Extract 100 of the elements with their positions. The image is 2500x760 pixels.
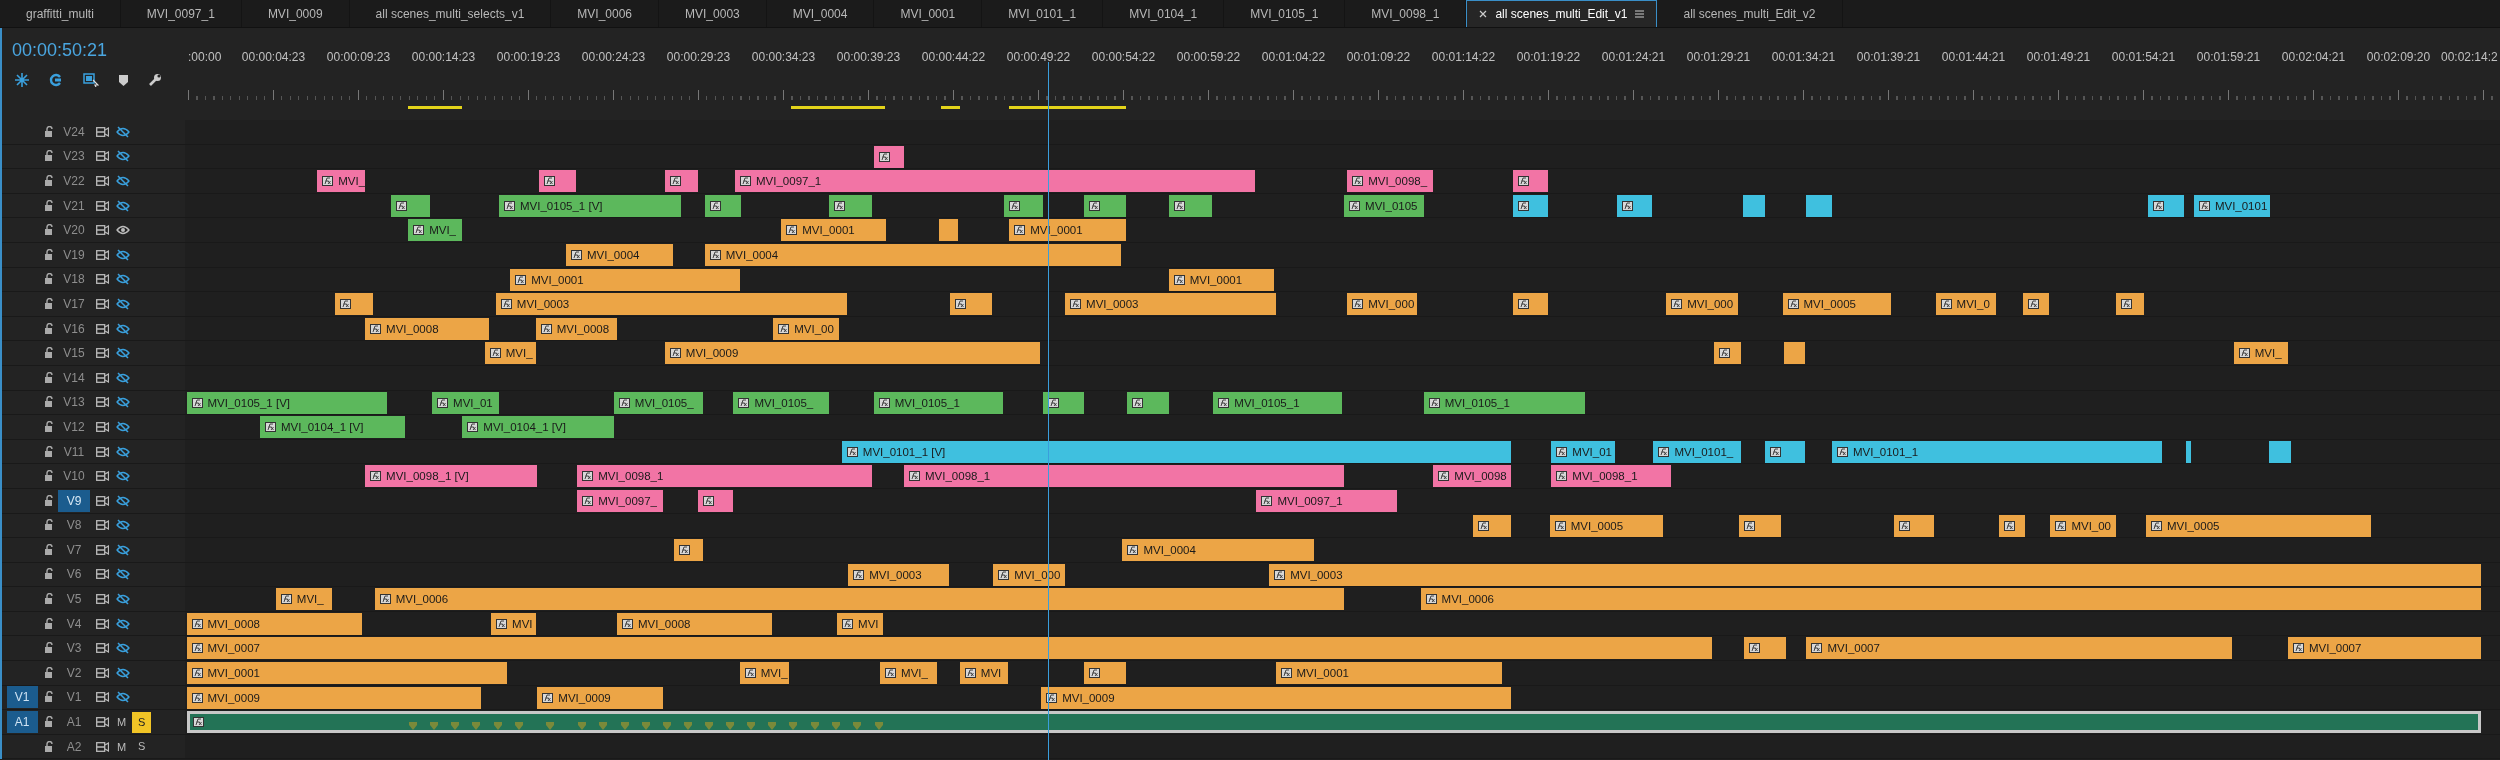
video-clip[interactable]: MVI_0005 — [2146, 514, 2371, 537]
hidden-eye-icon[interactable] — [116, 420, 130, 433]
sequence-tab[interactable]: all scenes_multi_Edit_v2 — [1657, 0, 1843, 27]
sync-lock-icon[interactable] — [96, 667, 109, 678]
video-clip[interactable]: MVI_0009 — [664, 342, 1040, 365]
video-clip[interactable] — [1742, 194, 1765, 217]
sync-lock-icon[interactable] — [96, 618, 109, 629]
sync-lock-icon[interactable] — [96, 741, 109, 752]
sync-lock-icon[interactable] — [96, 274, 109, 285]
video-clip[interactable]: MVI — [491, 612, 536, 635]
sync-lock-icon[interactable] — [96, 692, 109, 703]
lock-icon[interactable] — [44, 199, 54, 212]
video-clip[interactable] — [674, 539, 704, 562]
sync-lock-icon[interactable] — [96, 298, 109, 309]
wrench-icon[interactable] — [148, 73, 162, 87]
video-clip[interactable]: MVI_0001 — [781, 219, 887, 242]
video-clip[interactable]: MVI_0101_1 — [1831, 440, 2162, 463]
marker-icon[interactable] — [119, 74, 128, 86]
lock-icon[interactable] — [44, 494, 54, 507]
video-clip[interactable] — [1744, 637, 1786, 660]
video-clip[interactable]: MVI_0001 — [1168, 268, 1274, 291]
track-name[interactable]: A1 — [58, 711, 90, 734]
solo-toggle[interactable]: S — [132, 711, 152, 733]
video-clip[interactable] — [1042, 391, 1085, 414]
video-clip[interactable] — [390, 194, 431, 217]
sync-lock-icon[interactable] — [96, 348, 109, 359]
track-name[interactable]: V19 — [58, 243, 90, 266]
hidden-eye-icon[interactable] — [116, 396, 130, 409]
video-clip[interactable]: MVI — [837, 612, 884, 635]
video-clip[interactable] — [1084, 662, 1126, 685]
lock-icon[interactable] — [44, 297, 54, 310]
video-clip[interactable]: MVI_0005 — [1782, 293, 1891, 316]
sync-lock-icon[interactable] — [96, 200, 109, 211]
track-name[interactable]: V9 — [58, 489, 90, 512]
playhead-timecode[interactable]: 00:00:50:21 — [12, 40, 108, 61]
video-clip[interactable]: MVI — [959, 662, 1008, 685]
hidden-eye-icon[interactable] — [116, 593, 130, 606]
video-clip[interactable]: MVI_0001 — [1275, 662, 1502, 685]
track-name[interactable]: V24 — [58, 120, 90, 143]
track-name[interactable]: V23 — [58, 145, 90, 168]
snap-icon[interactable] — [15, 73, 29, 87]
hidden-eye-icon[interactable] — [116, 150, 130, 163]
video-clip[interactable] — [1513, 194, 1549, 217]
lock-icon[interactable] — [44, 150, 54, 163]
video-clip[interactable]: MVI_0008 — [617, 612, 772, 635]
hidden-eye-icon[interactable] — [116, 691, 130, 704]
video-clip[interactable]: MVI_0006 — [374, 588, 1345, 611]
lock-icon[interactable] — [44, 519, 54, 532]
video-clip[interactable]: MVI_0097_1 — [735, 170, 1255, 193]
lock-icon[interactable] — [44, 125, 54, 138]
track-name[interactable]: V11 — [58, 440, 90, 463]
track-name[interactable]: V3 — [58, 637, 90, 660]
sync-lock-icon[interactable] — [96, 151, 109, 162]
track-name[interactable]: V18 — [58, 268, 90, 291]
solo-toggle[interactable]: S — [132, 736, 152, 758]
video-clip[interactable]: MVI_00 — [773, 317, 839, 340]
mute-toggle[interactable]: M — [117, 716, 127, 729]
source-patch[interactable]: A1 — [6, 711, 38, 734]
sync-lock-icon[interactable] — [96, 594, 109, 605]
hidden-eye-icon[interactable] — [116, 494, 130, 507]
video-clip[interactable]: MVI_0105_1 — [1213, 391, 1343, 414]
video-clip[interactable]: MVI_0008 — [535, 317, 617, 340]
lock-icon[interactable] — [44, 322, 54, 335]
sequence-tab[interactable]: MVI_0009 — [241, 0, 350, 27]
video-clip[interactable]: MVI_0003 — [848, 563, 949, 586]
video-clip[interactable]: MVI_0004 — [704, 243, 1121, 266]
track-name[interactable]: V13 — [58, 391, 90, 414]
video-clip[interactable]: MVI_0101_ — [1653, 440, 1742, 463]
sequence-tab[interactable]: MVI_0104_1 — [1103, 0, 1225, 27]
lock-icon[interactable] — [44, 593, 54, 606]
lock-icon[interactable] — [44, 420, 54, 433]
video-clip[interactable] — [538, 170, 576, 193]
track-name[interactable]: V16 — [58, 317, 90, 340]
video-clip[interactable]: MVI_0104_1 [V] — [259, 416, 405, 439]
video-clip[interactable] — [1713, 342, 1742, 365]
lock-icon[interactable] — [44, 470, 54, 483]
sync-lock-icon[interactable] — [96, 446, 109, 457]
track-name[interactable]: V6 — [58, 563, 90, 586]
video-clip[interactable]: MVI_0098_ — [1347, 170, 1434, 193]
hidden-eye-icon[interactable] — [116, 371, 130, 384]
video-clip[interactable]: MVI_0008 — [365, 317, 490, 340]
video-clip[interactable]: MVI_0 — [1935, 293, 1997, 316]
hidden-eye-icon[interactable] — [116, 445, 130, 458]
sequence-tab[interactable]: MVI_0001 — [874, 0, 983, 27]
link-icon[interactable] — [49, 73, 63, 87]
video-clip[interactable] — [1473, 514, 1512, 537]
track-name[interactable]: V21 — [58, 194, 90, 217]
lock-icon[interactable] — [44, 568, 54, 581]
video-clip[interactable]: MVI_0098_1 — [904, 465, 1345, 488]
video-clip[interactable]: MVI_01 — [432, 391, 500, 414]
video-clip[interactable]: MVI_0105_1 — [873, 391, 1003, 414]
hidden-eye-icon[interactable] — [116, 470, 130, 483]
menu-icon[interactable] — [1635, 10, 1645, 18]
hidden-eye-icon[interactable] — [116, 297, 130, 310]
video-clip[interactable]: MVI_ — [2233, 342, 2288, 365]
video-clip[interactable]: MVI_0007 — [2287, 637, 2481, 660]
video-clip[interactable]: MVI_0003 — [495, 293, 847, 316]
sequence-tab[interactable]: all scenes_multi_selects_v1 — [349, 0, 552, 27]
video-clip[interactable] — [698, 489, 734, 512]
video-clip[interactable]: MVI_0097_ — [577, 489, 664, 512]
